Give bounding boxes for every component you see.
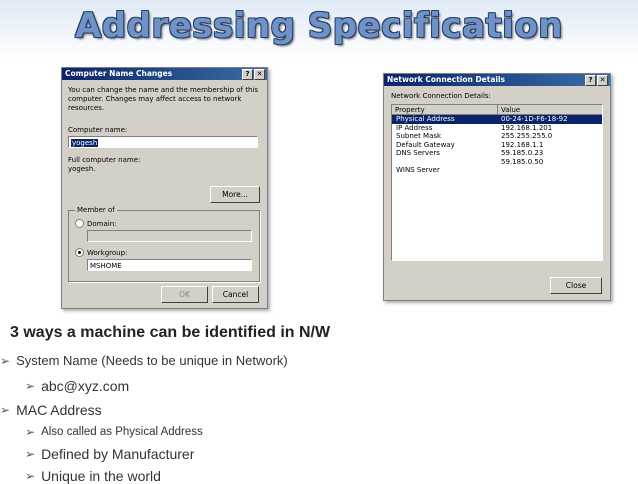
- computer-name-input[interactable]: yogesh: [68, 136, 258, 148]
- bullet-item: ➢ Defined by Manufacturer: [25, 446, 194, 462]
- bullet-item: ➢ Unique in the world: [25, 469, 161, 483]
- cell-value: 255.255.255.0: [501, 132, 553, 140]
- member-of-group: Member of Domain: Workgroup: MSHOME: [68, 206, 260, 282]
- close-button[interactable]: Close: [550, 277, 602, 294]
- cell-property: [392, 158, 498, 167]
- arrow-bullet-icon: ➢: [25, 447, 36, 461]
- ok-button[interactable]: OK: [161, 286, 208, 303]
- cell-property: Subnet Mask: [396, 132, 442, 140]
- cell-value: 00-24-1D-F6-18-92: [501, 115, 568, 123]
- cell-property: Default Gateway: [396, 140, 455, 149]
- bullet-text: MAC Address: [16, 402, 102, 418]
- domain-radio[interactable]: Domain:: [75, 219, 117, 228]
- bullet-item: ➢ System Name (Needs to be unique in Net…: [0, 353, 288, 368]
- network-dialog-title: Network Connection Details: [387, 75, 506, 84]
- cell-property: IP Address: [396, 123, 433, 132]
- close-icon[interactable]: ✕: [597, 75, 608, 86]
- help-button[interactable]: ?: [242, 69, 253, 80]
- arrow-bullet-icon: ➢: [25, 469, 36, 483]
- cancel-button[interactable]: Cancel: [212, 286, 259, 303]
- table-row[interactable]: IP Address 192.168.1.201: [392, 124, 602, 133]
- cell-value: 59.185.0.23: [501, 149, 544, 157]
- computer-dialog-titlebar[interactable]: Computer Name Changes ? ✕: [62, 68, 267, 80]
- cell-property: WINS Server: [396, 166, 440, 174]
- table-row[interactable]: WINS Server: [392, 166, 602, 175]
- table-row[interactable]: DNS Servers 59.185.0.23: [392, 149, 602, 158]
- workgroup-radio[interactable]: Workgroup:: [75, 248, 127, 257]
- computer-name-label: Computer name:: [68, 126, 128, 134]
- bullet-item: ➢ abc@xyz.com: [25, 378, 129, 394]
- cell-value: [498, 166, 602, 175]
- cell-property: DNS Servers: [396, 149, 440, 157]
- computer-dialog-title: Computer Name Changes: [65, 69, 173, 78]
- table-header: Property Value: [392, 105, 602, 115]
- network-details-dialog: Network Connection Details ? ✕ Network C…: [383, 73, 611, 301]
- cell-value: 192.168.1.1: [501, 140, 544, 149]
- radio-checked-icon: [75, 248, 84, 257]
- bullet-item: ➢ Also called as Physical Address: [25, 425, 203, 439]
- bullet-text: Defined by Manufacturer: [41, 446, 195, 462]
- arrow-bullet-icon: ➢: [0, 403, 11, 417]
- arrow-bullet-icon: ➢: [0, 353, 11, 368]
- slide-heading: 3 ways a machine can be identified in N/…: [10, 324, 331, 341]
- computer-dialog-description: You can change the name and the membersh…: [68, 86, 258, 112]
- bullet-text: System Name (Needs to be unique in Netwo…: [16, 353, 288, 368]
- computer-name-value: yogesh: [71, 139, 99, 147]
- slide-title: Addressing Specification: [74, 6, 564, 46]
- bullet-text: Also called as Physical Address: [41, 426, 203, 438]
- cell-value: 59.185.0.50: [501, 157, 544, 166]
- radio-unchecked-icon: [75, 219, 84, 228]
- table-row[interactable]: 59.185.0.50: [392, 158, 602, 167]
- table-row[interactable]: Default Gateway 192.168.1.1: [392, 141, 602, 150]
- full-name-label: Full computer name:: [68, 156, 141, 164]
- network-dialog-subtitle: Network Connection Details:: [391, 92, 491, 100]
- table-row[interactable]: Physical Address 00-24-1D-F6-18-92: [392, 115, 602, 124]
- more-button[interactable]: More...: [210, 186, 260, 203]
- member-of-label: Member of: [75, 206, 117, 214]
- bullet-item: ➢ MAC Address: [0, 402, 102, 418]
- cell-value: 192.168.1.201: [501, 123, 553, 132]
- cell-property: Physical Address: [396, 115, 455, 123]
- arrow-bullet-icon: ➢: [25, 379, 36, 393]
- arrow-bullet-icon: ➢: [25, 425, 36, 439]
- bullet-text: abc@xyz.com: [41, 378, 130, 394]
- workgroup-input[interactable]: MSHOME: [87, 259, 252, 271]
- computer-name-dialog: Computer Name Changes ? ✕ You can change…: [61, 67, 268, 309]
- details-table[interactable]: Property Value Physical Address 00-24-1D…: [391, 104, 603, 261]
- help-button[interactable]: ?: [585, 75, 596, 86]
- domain-label: Domain:: [87, 219, 117, 228]
- column-header-property[interactable]: Property: [392, 105, 498, 115]
- column-header-value[interactable]: Value: [498, 105, 602, 115]
- table-row[interactable]: Subnet Mask 255.255.255.0: [392, 132, 602, 141]
- full-name-value: yogesh.: [68, 165, 96, 173]
- close-icon[interactable]: ✕: [254, 69, 265, 80]
- workgroup-label: Workgroup:: [87, 248, 128, 257]
- bullet-text: Unique in the world: [41, 468, 161, 484]
- network-dialog-titlebar[interactable]: Network Connection Details ? ✕: [384, 74, 610, 86]
- domain-input[interactable]: [87, 230, 252, 242]
